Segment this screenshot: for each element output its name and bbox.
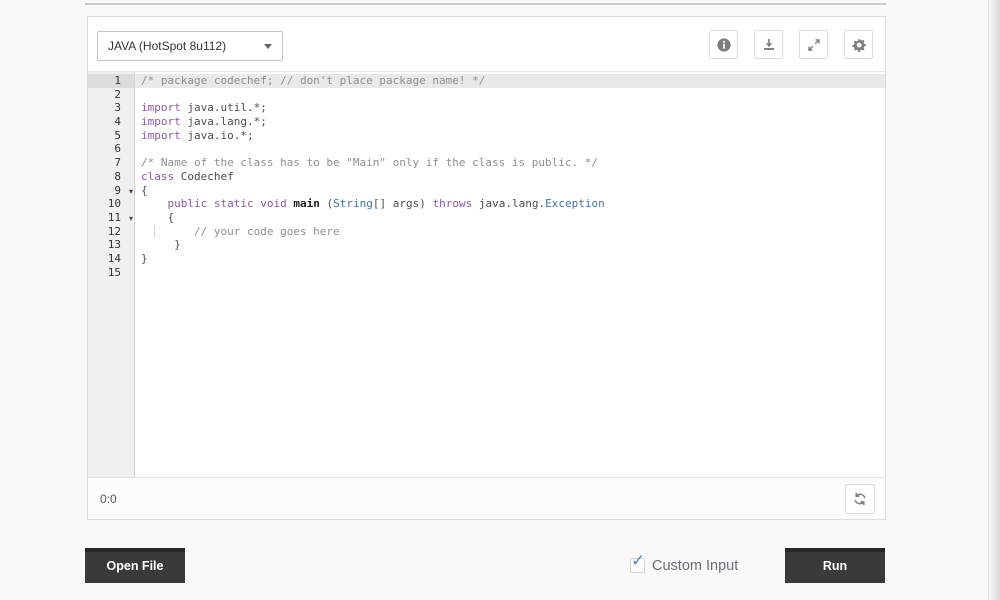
code-line[interactable] [135, 142, 885, 156]
info-icon [716, 37, 732, 53]
code-token-keyword: import [141, 101, 181, 114]
code-token-plain: Codechef [174, 170, 234, 183]
code-line[interactable]: public static void main (String[] args) … [135, 197, 885, 211]
code-line[interactable] [135, 88, 885, 102]
fullscreen-icon [806, 37, 822, 53]
code-token-keyword: void [260, 197, 287, 210]
code-token-type: String [333, 197, 373, 210]
gutter-line-number[interactable]: 14 [88, 252, 134, 266]
gutter-line-number[interactable]: 4 [88, 115, 134, 129]
ide-toolbar: JAVA (HotSpot 8u112) [88, 17, 885, 71]
code-token-plain: { [141, 184, 148, 197]
code-token-plain: } [141, 238, 181, 251]
fullscreen-button[interactable] [799, 30, 828, 59]
code-line[interactable]: // your code goes here [135, 225, 885, 239]
code-line[interactable]: class Codechef [135, 170, 885, 184]
gutter-line-number[interactable]: 7 [88, 156, 134, 170]
gutter-line-number[interactable]: 8 [88, 170, 134, 184]
gutter-line-number[interactable]: 13 [88, 238, 134, 252]
gutter-line-number[interactable]: 15 [88, 266, 134, 280]
code-token-keyword: class [141, 170, 174, 183]
custom-input-toggle[interactable]: ✓ Custom Input [630, 548, 738, 583]
code-token-comment: // your code goes here [141, 225, 340, 238]
settings-button[interactable] [844, 30, 873, 59]
code-line[interactable]: import java.lang.*; [135, 115, 885, 129]
language-selector[interactable]: JAVA (HotSpot 8u112) [97, 31, 283, 61]
code-line[interactable]: } [135, 252, 885, 266]
language-selector-value: JAVA (HotSpot 8u112) [108, 39, 258, 53]
fold-arrow-icon[interactable]: ▾ [129, 185, 133, 199]
code-token-plain: [] args) [373, 197, 433, 210]
code-token-fn: main [293, 197, 320, 210]
code-line[interactable]: } [135, 238, 885, 252]
gutter-line-number[interactable]: 5 [88, 129, 134, 143]
code-token-keyword: import [141, 115, 181, 128]
gutter-line-number[interactable]: 10 [88, 197, 134, 211]
gutter-line-number[interactable]: 12 [88, 225, 134, 239]
code-token-plain: } [141, 252, 148, 265]
gutter-line-number[interactable]: 1 [88, 74, 134, 88]
code-token-plain: ( [320, 197, 333, 210]
download-button[interactable] [754, 30, 783, 59]
download-icon [761, 37, 777, 53]
editor-gutter: 123456789▾1011▾12131415 [88, 72, 135, 477]
code-line[interactable]: { [135, 184, 885, 198]
code-token-comment: /* package codechef; // don't place pack… [141, 74, 485, 87]
fold-arrow-icon[interactable]: ▾ [129, 212, 133, 226]
gutter-line-number[interactable]: 2 [88, 88, 134, 102]
indent-guide [154, 226, 155, 238]
code-editor: 123456789▾1011▾12131415 /* package codec… [88, 71, 885, 477]
code-line[interactable] [135, 266, 885, 280]
checkmark-icon: ✓ [631, 551, 645, 571]
open-file-button[interactable]: Open File [85, 548, 185, 583]
custom-input-label: Custom Input [652, 558, 738, 574]
editor-statusbar: 0:0 [88, 477, 885, 519]
refresh-icon [852, 491, 868, 507]
code-token-plain: java.util.*; [181, 101, 267, 114]
code-token-type: Exception [545, 197, 605, 210]
code-token-plain: { [141, 211, 174, 224]
code-line[interactable]: import java.io.*; [135, 129, 885, 143]
code-token-comment: /* Name of the class has to be "Main" on… [141, 156, 598, 169]
code-line[interactable]: /* Name of the class has to be "Main" on… [135, 156, 885, 170]
gutter-line-number[interactable]: 11▾ [88, 211, 134, 225]
gutter-line-number[interactable]: 9▾ [88, 184, 134, 198]
code-token-plain: java.lang.*; [181, 115, 267, 128]
top-divider [85, 3, 886, 5]
code-token-plain [141, 197, 168, 210]
action-bar: Open File ✓ Custom Input Run [0, 548, 1000, 583]
code-line[interactable]: import java.util.*; [135, 101, 885, 115]
gutter-line-number[interactable]: 6 [88, 142, 134, 156]
code-token-keyword: throws [432, 197, 472, 210]
info-button[interactable] [709, 30, 738, 59]
code-token-keyword: import [141, 129, 181, 142]
run-button[interactable]: Run [785, 548, 885, 583]
code-token-plain: java.io.*; [181, 129, 254, 142]
custom-input-checkbox[interactable]: ✓ [630, 558, 645, 573]
toolbar-actions [709, 30, 873, 59]
reset-code-button[interactable] [845, 484, 875, 514]
ide-panel: JAVA (HotSpot 8u112) [87, 16, 886, 520]
editor-content[interactable]: /* package codechef; // don't place pack… [135, 72, 885, 477]
code-token-keyword: public [168, 197, 208, 210]
code-token-keyword: static [214, 197, 254, 210]
code-token-plain: java.lang. [472, 197, 545, 210]
code-line[interactable]: { [135, 211, 885, 225]
gear-icon [851, 37, 867, 53]
gutter-line-number[interactable]: 3 [88, 101, 134, 115]
chevron-down-icon [264, 44, 272, 49]
code-line[interactable]: /* package codechef; // don't place pack… [135, 74, 885, 88]
code-token-plain [207, 197, 214, 210]
cursor-position: 0:0 [100, 492, 117, 506]
page-scrollbar[interactable] [988, 0, 1000, 600]
